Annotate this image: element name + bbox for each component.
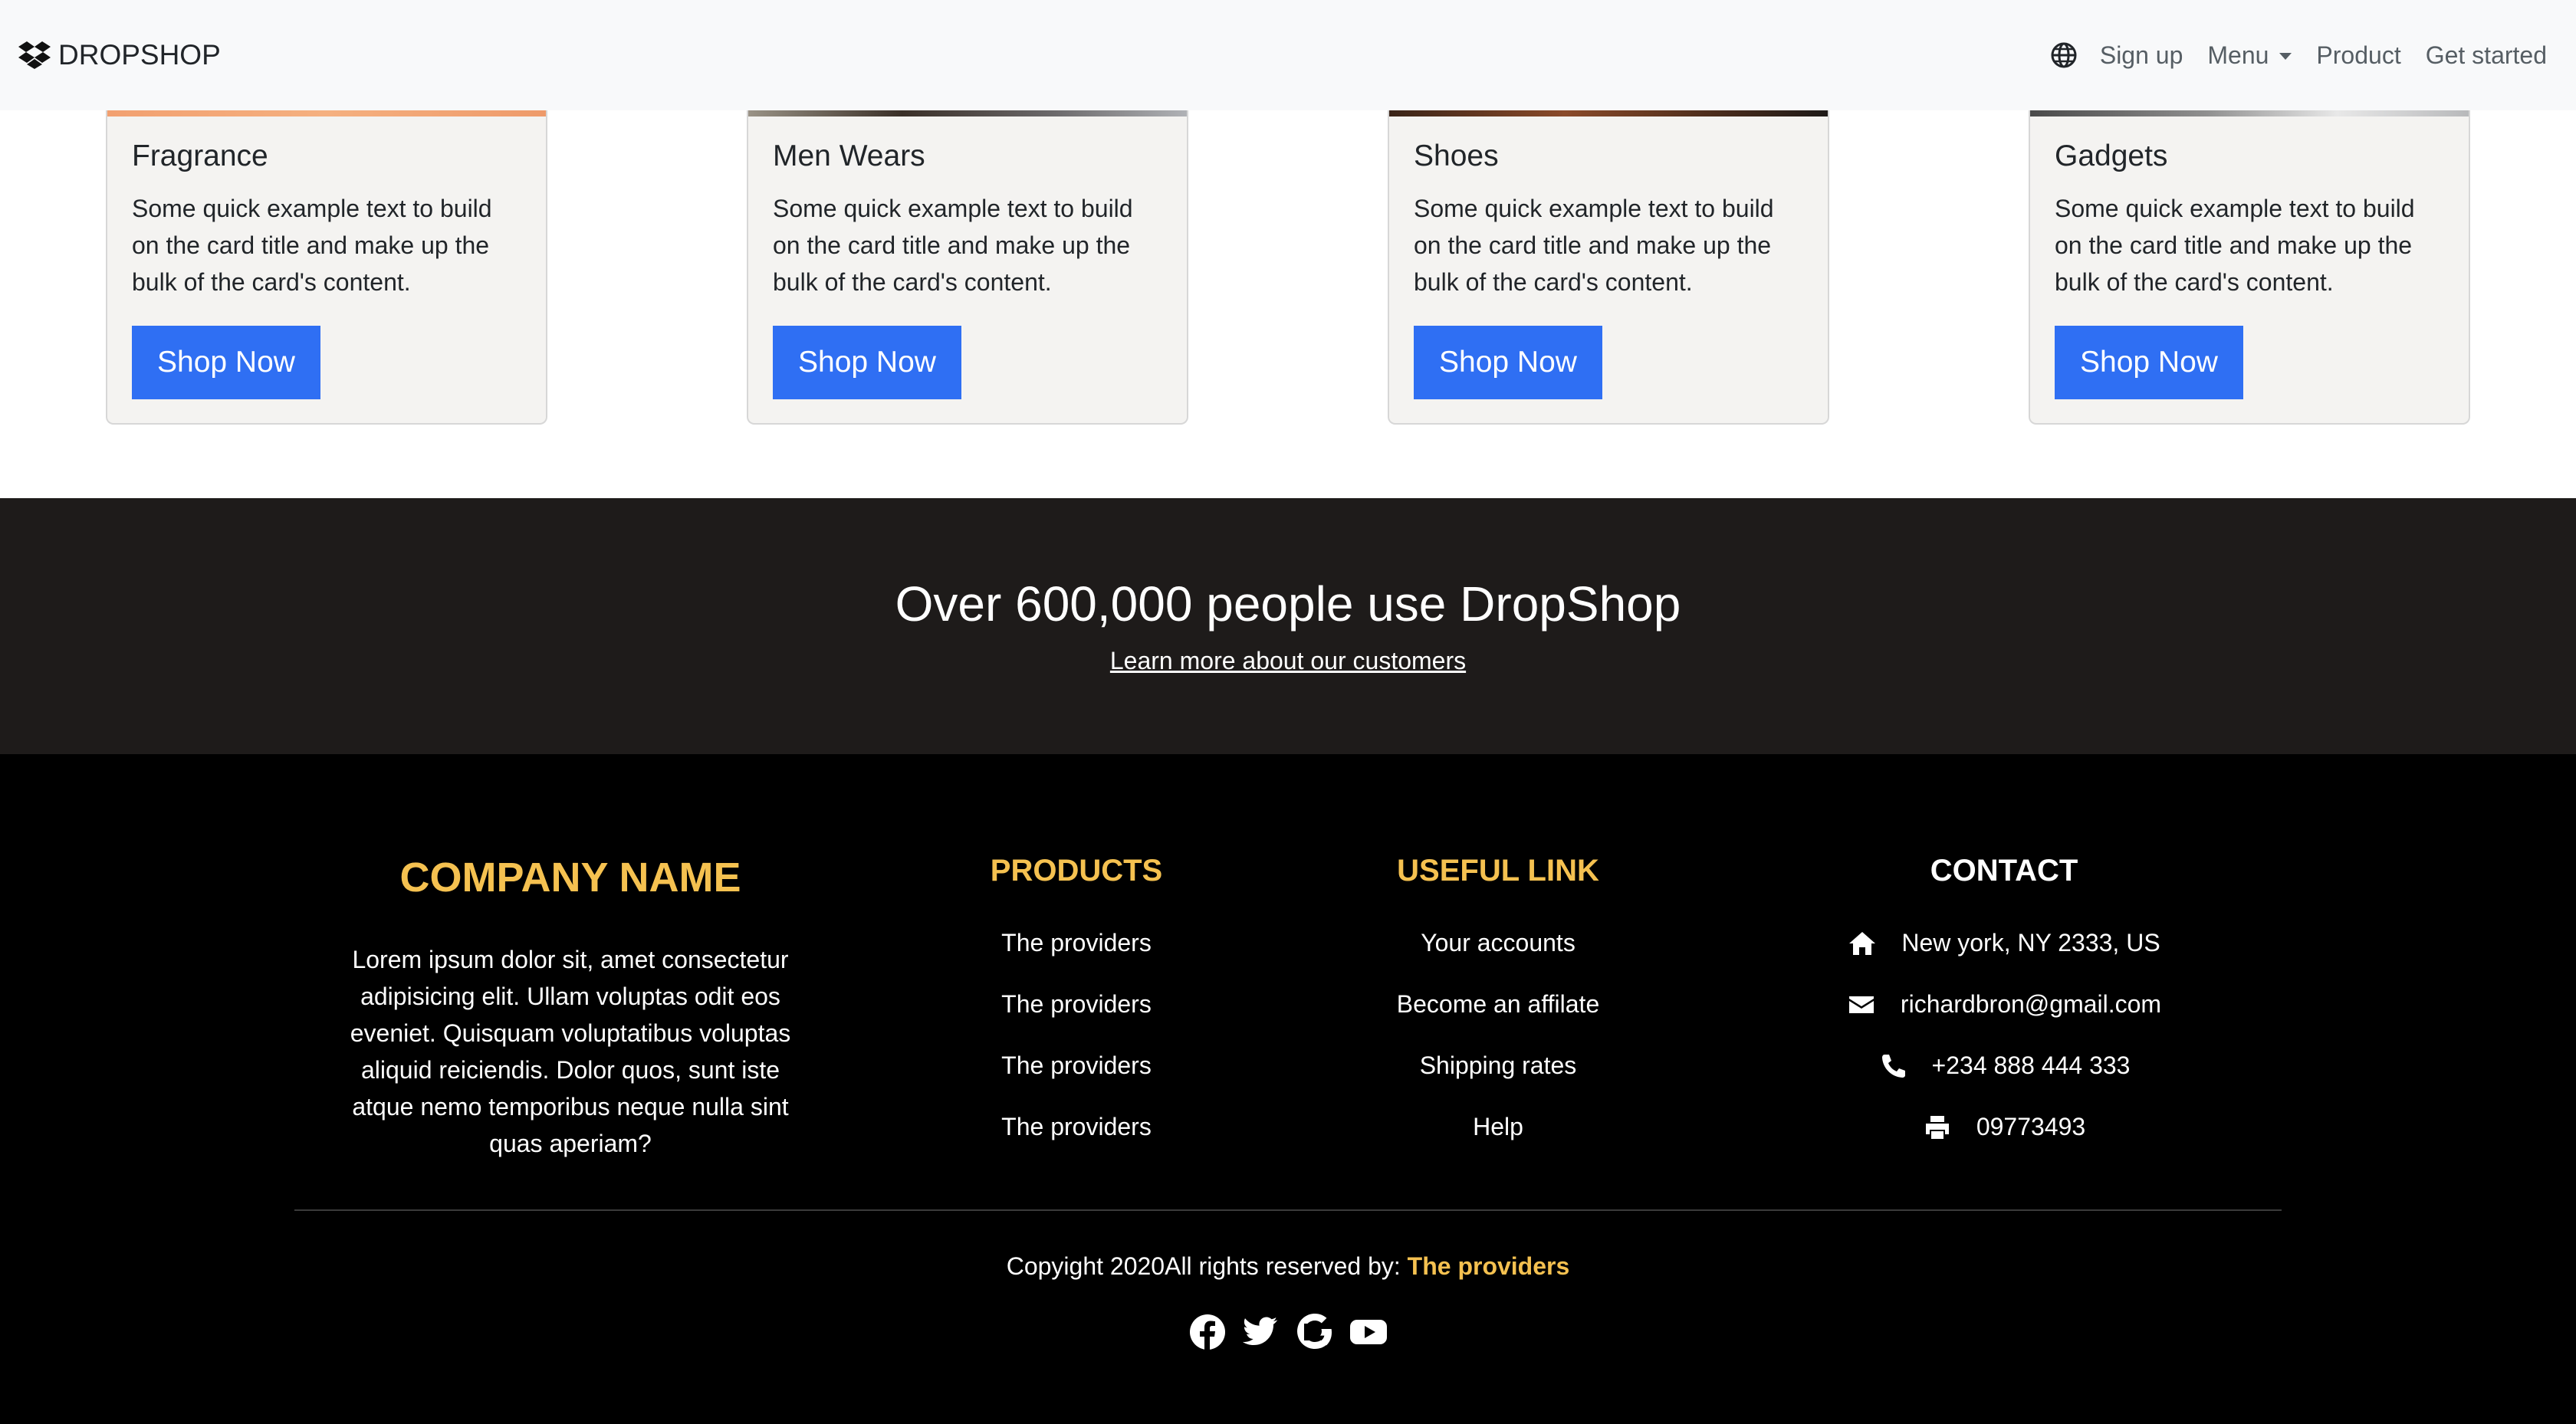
useful-link-heading: USEFUL LINK — [1397, 854, 1599, 888]
brand-link[interactable]: DROPSHOP — [18, 39, 221, 71]
shop-now-button[interactable]: Shop Now — [1414, 326, 1602, 399]
banner-link-wrap: Learn more about our customers — [0, 647, 2576, 675]
footer: COMPANY NAME Lorem ipsum dolor sit, amet… — [0, 754, 2576, 1424]
company-description: Lorem ipsum dolor sit, amet consectetur … — [350, 946, 791, 1157]
contact-phone: +234 888 444 333 — [1812, 1052, 2196, 1080]
card-title: Shoes — [1414, 139, 1499, 172]
envelope-icon — [1848, 996, 1874, 1013]
contact-email: richardbron@gmail.com — [1812, 990, 2196, 1019]
products-link[interactable]: The providers — [923, 929, 1230, 957]
globe-icon[interactable] — [2051, 42, 2077, 68]
shop-now-button[interactable]: Shop Now — [773, 326, 961, 399]
social-icons — [0, 1314, 2576, 1350]
products-heading: PRODUCTS — [990, 854, 1163, 888]
chevron-down-icon — [2279, 52, 2292, 60]
home-icon — [1849, 931, 1876, 955]
useful-link-shipping[interactable]: Shipping rates — [1345, 1052, 1651, 1080]
nav-links: Sign up Menu Product Get started — [2051, 41, 2547, 70]
brand-name: DROPSHOP — [58, 39, 221, 71]
card-title: Gadgets — [2055, 139, 2168, 172]
card-text: Some quick example text to build on the … — [1414, 195, 1774, 296]
nav-product[interactable]: Product — [2316, 41, 2400, 70]
youtube-icon[interactable] — [1350, 1314, 1387, 1350]
contact-address: New york, NY 2333, US — [1812, 929, 2196, 957]
nav-get-started[interactable]: Get started — [2426, 41, 2547, 70]
product-cards: Fragrance Some quick example text to bui… — [0, 110, 2576, 498]
card-image — [748, 110, 1187, 116]
phone-icon — [1881, 1054, 1905, 1078]
copyright-text: Copyight 2020All rights reserved by: — [1006, 1252, 1401, 1280]
shop-now-button[interactable]: Shop Now — [2055, 326, 2243, 399]
card-image — [1389, 110, 1828, 116]
twitter-icon[interactable] — [1243, 1314, 1280, 1350]
card-gadgets: Gadgets Some quick example text to build… — [2029, 110, 2470, 425]
footer-divider — [294, 1209, 2282, 1211]
contact-heading: CONTACT — [1930, 854, 2078, 888]
card-text: Some quick example text to build on the … — [132, 195, 492, 296]
navbar: DROPSHOP Sign up Menu Product Get starte… — [0, 0, 2576, 110]
card-title: Men Wears — [773, 139, 925, 172]
copyright-link[interactable]: The providers — [1408, 1252, 1570, 1280]
google-icon[interactable] — [1296, 1314, 1333, 1350]
contact-email-text[interactable]: richardbron@gmail.com — [1901, 990, 2161, 1019]
card-fragrance: Fragrance Some quick example text to bui… — [106, 110, 547, 425]
dropbox-logo-icon — [18, 41, 51, 69]
products-link[interactable]: The providers — [923, 990, 1230, 1019]
company-title: COMPANY NAME — [399, 855, 741, 901]
banner-title: Over 600,000 people use DropShop — [895, 576, 1681, 632]
learn-more-link[interactable]: Learn more about our customers — [1110, 647, 1466, 674]
customers-banner: Over 600,000 people use DropShop Learn m… — [0, 498, 2576, 754]
printer-icon — [1925, 1115, 1949, 1139]
nav-menu-label: Menu — [2207, 41, 2269, 69]
card-image — [2030, 110, 2469, 116]
useful-link-help[interactable]: Help — [1345, 1113, 1651, 1141]
card-text: Some quick example text to build on the … — [773, 195, 1133, 296]
products-link[interactable]: The providers — [923, 1113, 1230, 1141]
contact-phone-text: +234 888 444 333 — [1931, 1052, 2131, 1079]
contact-address-text: New york, NY 2333, US — [1901, 929, 2160, 956]
nav-sign-up[interactable]: Sign up — [2100, 41, 2183, 70]
useful-link-accounts[interactable]: Your accounts — [1345, 929, 1651, 957]
facebook-icon[interactable] — [1189, 1314, 1226, 1350]
shop-now-button[interactable]: Shop Now — [132, 326, 320, 399]
nav-menu-dropdown[interactable]: Menu — [2207, 41, 2292, 70]
copyright: Copyight 2020All rights reserved by: The… — [0, 1252, 2576, 1281]
contact-fax-text: 09773493 — [1976, 1113, 2086, 1140]
card-image — [107, 110, 546, 116]
card-title: Fragrance — [132, 139, 268, 172]
card-shoes: Shoes Some quick example text to build o… — [1388, 110, 1829, 425]
products-link[interactable]: The providers — [923, 1052, 1230, 1080]
card-text: Some quick example text to build on the … — [2055, 195, 2415, 296]
useful-link-affiliate[interactable]: Become an affilate — [1345, 990, 1651, 1019]
contact-fax: 09773493 — [1812, 1113, 2196, 1141]
card-men-wears: Men Wears Some quick example text to bui… — [747, 110, 1188, 425]
